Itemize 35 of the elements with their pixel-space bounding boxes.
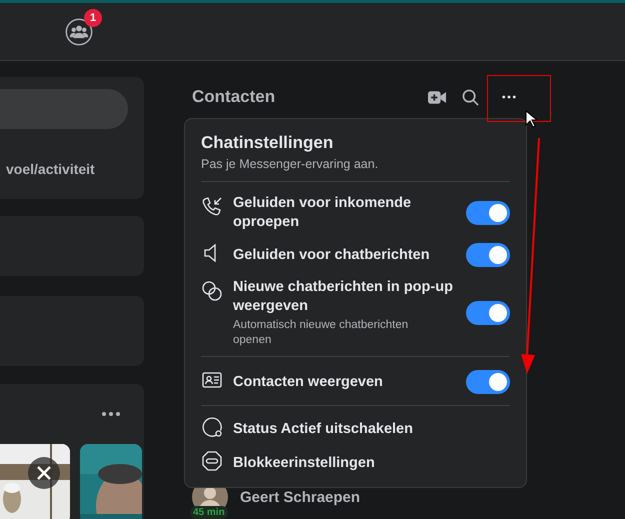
toggle-switch[interactable]: [466, 243, 510, 267]
menu-item[interactable]: Contacten weergeven: [201, 363, 510, 401]
menu-item[interactable]: Geluiden voor inkomende oproepen: [201, 190, 510, 236]
toggle-switch[interactable]: [466, 370, 510, 394]
video-call-icon[interactable]: [428, 90, 446, 104]
bubbles-icon: [201, 280, 223, 302]
menu-item-label: Nieuwe chatberichten in pop-up weergeven: [233, 278, 454, 316]
status-icon: [201, 416, 223, 438]
notification-badge: 1: [84, 8, 102, 26]
search-icon[interactable]: [462, 88, 479, 106]
menu-item[interactable]: Status Actief uitschakelen: [201, 412, 510, 446]
menu-subtitle: Pas je Messenger-ervaring aan.: [201, 157, 380, 171]
menu-item-label: Status Actief uitschakelen: [233, 420, 414, 438]
menu-item-label: Geluiden voor inkomende oproepen: [233, 194, 412, 232]
more-icon[interactable]: [101, 411, 121, 417]
toggle-switch[interactable]: [466, 201, 510, 225]
mouse-cursor: [525, 110, 537, 128]
menu-item-label: Contacten weergeven: [233, 372, 384, 392]
menu-title: Chatinstellingen: [201, 133, 334, 153]
feeling-activity-label[interactable]: voel/activiteit: [6, 161, 92, 177]
active-time-badge: 45 min: [190, 506, 228, 519]
menu-item-label: Blokkeerinstellingen: [233, 454, 376, 472]
more-icon: [502, 95, 516, 99]
block-icon: [201, 450, 223, 472]
contact-name: Geert Schraepen: [240, 488, 360, 506]
highlight-rectangle: [487, 75, 551, 122]
menu-item-description: Automatisch nieuwe chatberichten openen: [233, 318, 410, 348]
close-icon: [36, 465, 52, 481]
toggle-switch[interactable]: [466, 301, 510, 325]
phone-icon: [201, 196, 223, 218]
contacts-heading: Contacten: [192, 87, 276, 107]
menu-item-label: Geluiden voor chatberichten: [233, 246, 431, 264]
menu-item[interactable]: Nieuwe chatberichten in pop-up weergeven Automatisch nieuwe chatberichten openen: [201, 274, 510, 352]
menu-item[interactable]: Blokkeerinstellingen: [201, 446, 510, 480]
menu-item[interactable]: Geluiden voor chatberichten: [201, 236, 510, 274]
